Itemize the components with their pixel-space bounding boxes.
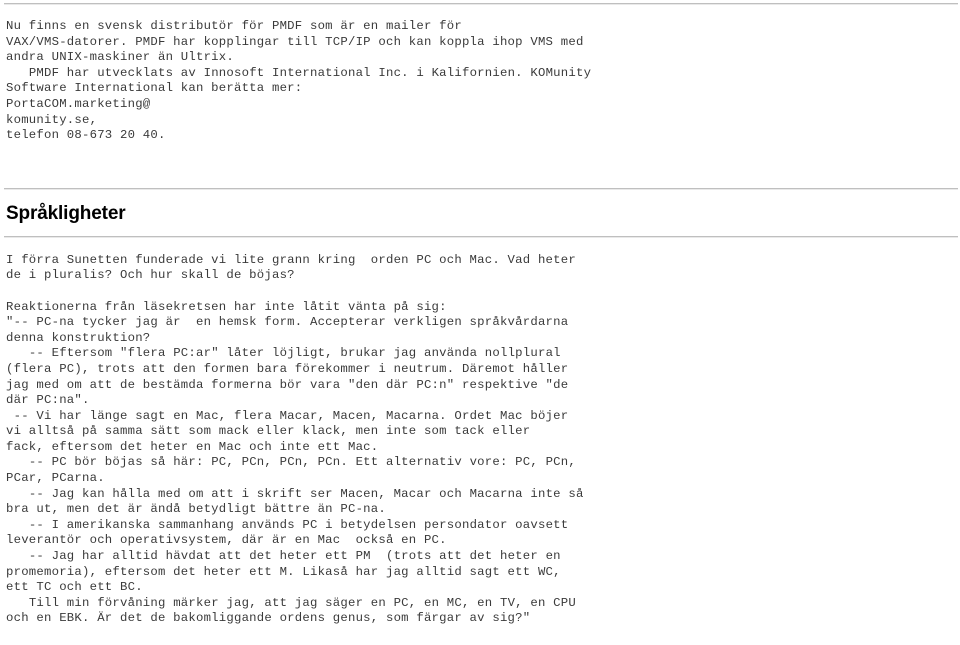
section-header: Språkligheter xyxy=(2,187,958,238)
heading-bottom-rule xyxy=(4,235,958,238)
page-title: Språkligheter xyxy=(6,202,126,224)
body-article-text: I förra Sunetten funderade vi lite grann… xyxy=(6,252,584,626)
top-divider-rule xyxy=(4,3,958,5)
document-page: Nu finns en svensk distributör för PMDF … xyxy=(0,3,960,645)
intro-section-spacer xyxy=(2,144,958,188)
intro-article-text: Nu finns en svensk distributör för PMDF … xyxy=(6,19,592,143)
